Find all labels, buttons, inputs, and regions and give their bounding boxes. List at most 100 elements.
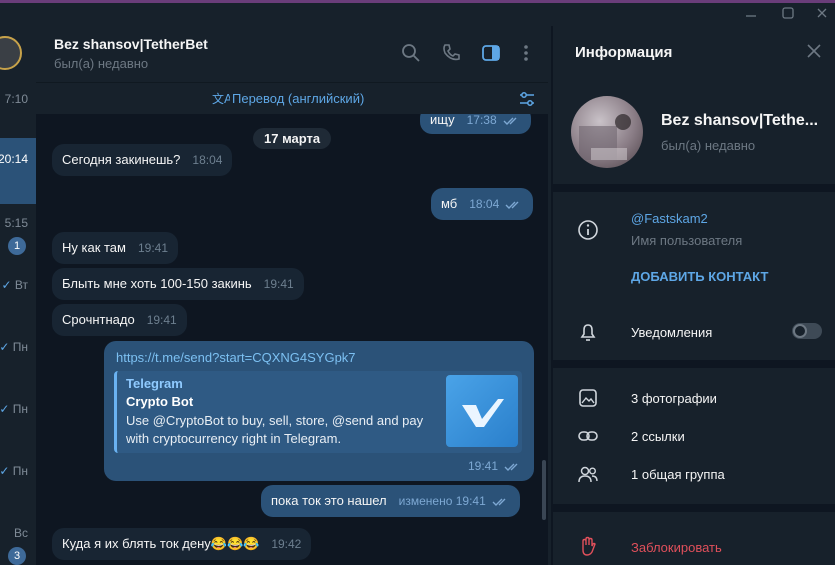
- chat-time: ✓ Пн: [0, 464, 28, 478]
- section-divider: [553, 360, 835, 368]
- unread-badge: 1: [8, 237, 26, 255]
- common-groups[interactable]: 1 общая группа: [631, 467, 725, 482]
- add-contact-button[interactable]: ДОБАВИТЬ КОНТАКТ: [631, 269, 768, 284]
- chat-day: Пн: [12, 464, 28, 478]
- chat-day: Вт: [14, 278, 28, 292]
- message-time: 18:04: [469, 197, 500, 211]
- username-link[interactable]: @Fastskam2: [631, 211, 708, 226]
- unread-badge: 3: [8, 547, 26, 565]
- read-check-icon: ✓: [0, 340, 10, 354]
- message-link[interactable]: https://t.me/send?start=CQXNG4SYGpk7: [116, 350, 356, 365]
- close-icon[interactable]: [807, 44, 821, 58]
- read-check-icon: ✓: [0, 402, 10, 416]
- profile-status: был(а) недавно: [661, 138, 756, 153]
- scrollbar-thumb[interactable]: [542, 460, 546, 520]
- message-text: пока ток это нашел: [271, 493, 387, 508]
- preview-title: Crypto Bot: [126, 394, 194, 409]
- chat-title[interactable]: Bez shansov|TetherBet: [54, 36, 208, 52]
- double-check-icon: [504, 463, 518, 471]
- svg-text:文A: 文A: [212, 91, 230, 106]
- translate-bar[interactable]: 文A Перевод (английский): [36, 82, 548, 114]
- close-window-icon[interactable]: [815, 6, 829, 20]
- message-incoming[interactable]: Куда я их блять ток дену😂😂😂 19:42: [52, 528, 312, 560]
- search-icon[interactable]: [401, 43, 421, 63]
- chat-avatar[interactable]: [0, 36, 22, 70]
- message-incoming[interactable]: Срочнтнадо 19:41: [52, 304, 187, 336]
- message-time: 19:41: [146, 313, 177, 327]
- chat-time: ✓ Пн: [0, 340, 28, 354]
- message-text: Ну как там: [62, 240, 126, 255]
- more-icon[interactable]: [516, 43, 536, 63]
- message-time: изменено 19:41: [398, 494, 486, 508]
- message-outgoing[interactable]: пока ток это нашел изменено 19:41: [261, 485, 520, 517]
- shared-links[interactable]: 2 ссылки: [631, 429, 685, 444]
- double-check-icon: [505, 201, 519, 209]
- chat-time: 7:10: [4, 92, 28, 106]
- message-text: Куда я их блять ток дену😂😂😂: [62, 536, 260, 551]
- info-panel-title: Информация: [575, 44, 673, 61]
- chat-header[interactable]: Bez shansov|TetherBet был(а) недавно: [36, 26, 548, 82]
- section-divider: [553, 184, 835, 192]
- chat-day: Пн: [12, 340, 28, 354]
- message-incoming[interactable]: Ну как там 19:41: [52, 232, 179, 264]
- message-text: Срочнтнадо: [62, 312, 135, 327]
- info-icon: [577, 219, 599, 241]
- chat-list-item-active[interactable]: [0, 138, 36, 204]
- block-user-button[interactable]: Заблокировать: [631, 540, 722, 555]
- profile-avatar[interactable]: [571, 96, 643, 168]
- crypto-bot-logo-icon: [446, 375, 518, 447]
- message-time: 19:41: [137, 241, 169, 255]
- shared-photos[interactable]: 3 фотографии: [631, 391, 717, 406]
- double-check-icon: [492, 498, 506, 506]
- preview-site-name: Telegram: [126, 376, 183, 391]
- chat-time: 20:14: [0, 152, 28, 166]
- message-time: 17:38: [466, 114, 497, 127]
- message-time: 19:41: [468, 459, 522, 473]
- chat-time: 5:15: [4, 216, 28, 230]
- read-check-icon: ✓: [1, 278, 12, 292]
- phone-icon[interactable]: [441, 43, 461, 63]
- message-outgoing[interactable]: ищу 17:38: [420, 114, 531, 134]
- message-incoming[interactable]: Сегодня закинешь? 18:04: [52, 144, 233, 176]
- maximize-icon[interactable]: [781, 6, 795, 20]
- chat-status: был(а) недавно: [54, 56, 149, 71]
- link-preview-card[interactable]: Telegram Crypto Bot Use @CryptoBot to bu…: [114, 371, 522, 453]
- chat-list: 7:10 20:14 5:15 1 ✓ Вт ✓ Пн ✓ Пн ✓ Пн Вс…: [0, 26, 36, 565]
- message-time-text: 19:41: [467, 459, 498, 473]
- toggle-knob: [793, 324, 807, 338]
- window-titlebar: [0, 0, 835, 26]
- message-incoming[interactable]: Блыть мне хоть 100-150 закинь 19:41: [52, 268, 304, 300]
- message-text: Сегодня закинешь?: [62, 152, 181, 167]
- message-outgoing[interactable]: мб 18:04: [431, 188, 534, 220]
- translate-icon: 文A: [212, 91, 233, 107]
- chat-time: ✓ Пн: [0, 402, 28, 416]
- message-link-preview[interactable]: https://t.me/send?start=CQXNG4SYGpk7 Tel…: [104, 341, 534, 481]
- photo-icon: [577, 387, 599, 409]
- link-icon: [577, 425, 599, 447]
- info-panel: Информация Bez shansov|Tethe... был(а) н…: [551, 26, 835, 565]
- minimize-icon[interactable]: [744, 6, 758, 20]
- notifications-label: Уведомления: [631, 325, 713, 340]
- username-label: Имя пользователя: [631, 233, 743, 248]
- message-list[interactable]: ищу 17:38 17 марта Сегодня закинешь? 18:04…: [36, 114, 548, 565]
- profile-name: Bez shansov|Tethe...: [661, 112, 819, 129]
- translate-settings-icon[interactable]: [518, 90, 536, 108]
- chat-time: ✓ Вт: [1, 278, 28, 292]
- sidebar-toggle-icon[interactable]: [481, 43, 501, 63]
- message-text: мб: [441, 196, 458, 211]
- chat-time: Вс: [13, 526, 28, 540]
- titlebar-accent: [0, 0, 835, 3]
- date-separator: 17 марта: [253, 128, 332, 149]
- block-hand-icon: [577, 535, 599, 557]
- translate-label[interactable]: Перевод (английский): [232, 91, 364, 106]
- group-icon: [577, 463, 599, 485]
- bell-icon: [577, 321, 599, 343]
- chat-day: Пн: [12, 402, 28, 416]
- preview-description: Use @CryptoBot to buy, sell, store, @sen…: [126, 413, 424, 446]
- double-check-icon: [503, 117, 517, 125]
- read-check-icon: ✓: [0, 464, 10, 478]
- notifications-toggle[interactable]: [792, 323, 822, 339]
- message-text: ищу: [430, 114, 455, 127]
- message-scrollbar[interactable]: [542, 114, 546, 565]
- message-time: 19:41: [263, 277, 294, 291]
